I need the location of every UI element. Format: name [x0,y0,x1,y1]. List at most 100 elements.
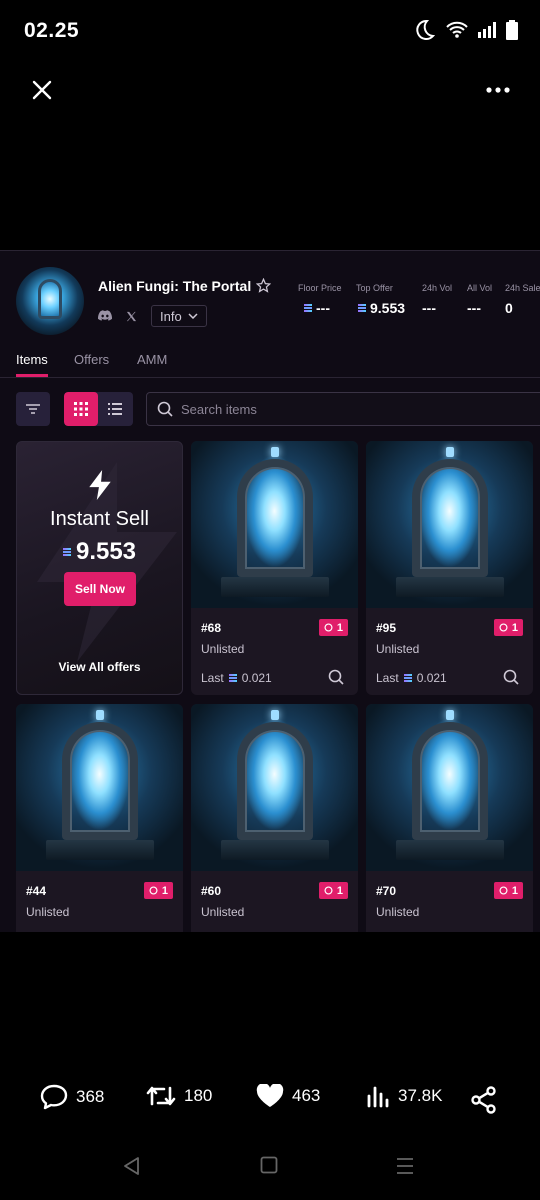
nft-last-price: Last 0.021 [201,671,272,685]
nft-status: Unlisted [201,642,245,656]
screenshot-image[interactable]: Alien Fungi: The Portal Info Floor Price… [0,250,540,932]
view-all-offers-link[interactable]: View All offers [17,660,182,674]
zoom-search-icon[interactable] [503,669,519,685]
battery-icon [506,20,518,40]
close-icon [32,80,52,100]
solana-icon [304,304,312,312]
solana-icon [62,548,71,556]
wifi-icon [446,21,468,38]
social-links: Info [98,305,207,327]
view-count: 37.8K [398,1086,443,1105]
reply-button[interactable]: 368 [40,1084,104,1110]
nft-card[interactable]: #95 1 Unlisted Last 0.021 [366,441,533,695]
lightning-bolt-icon [89,470,111,500]
offer-count-badge: 1 [318,882,348,899]
tab-amm[interactable]: AMM [137,352,167,377]
stat-value-24h-sale: 0 [505,300,513,316]
nft-status: Unlisted [376,642,420,656]
system-navigation-bar [0,1140,540,1200]
reply-bubble-icon [40,1084,68,1110]
views-button[interactable]: 37.8K [366,1084,442,1108]
tab-items[interactable]: Items [16,352,48,377]
solana-icon [403,674,412,682]
more-options-button[interactable] [482,74,514,106]
collection-header: Alien Fungi: The Portal Info Floor Price… [0,251,540,351]
nft-card[interactable]: #60 1 Unlisted [191,704,358,932]
nft-status: Unlisted [376,905,420,919]
nft-card[interactable]: #44 1 Unlisted [16,704,183,932]
nft-image [366,704,533,871]
filter-button[interactable] [16,392,50,426]
nft-image [16,704,183,871]
stat-label-top-offer: Top Offer [356,283,393,293]
nft-image [366,441,533,608]
home-square-icon[interactable] [260,1156,278,1174]
recents-menu-icon[interactable] [395,1156,415,1176]
offer-icon [499,623,508,632]
chevron-down-icon [188,313,198,319]
filter-icon [26,404,40,414]
favorite-star-icon[interactable] [256,278,271,293]
instant-sell-title: Instant Sell [50,508,149,530]
nft-id: #68 [201,621,222,635]
close-button[interactable] [26,74,58,106]
offer-count-badge: 1 [318,619,348,636]
offer-icon [499,886,508,895]
grid-view-button[interactable] [64,392,98,426]
list-view-button[interactable] [98,392,132,426]
views-chart-icon [367,1086,389,1108]
collection-tabs: Items Offers AMM [0,351,540,378]
offer-icon [324,623,333,632]
nft-id: #95 [376,621,397,635]
nft-image [191,704,358,871]
info-dropdown[interactable]: Info [151,305,207,327]
tab-offers[interactable]: Offers [74,352,109,377]
like-button[interactable]: 463 [256,1084,320,1108]
stat-label-all-vol: All Vol [467,283,493,293]
items-toolbar [0,391,540,429]
x-twitter-icon[interactable] [126,311,137,322]
engagement-bar: 368 180 463 37.8K [0,1080,540,1120]
do-not-disturb-moon-icon [416,19,436,40]
solana-icon [358,304,366,312]
back-triangle-icon[interactable] [122,1156,142,1176]
offer-count-badge: 1 [493,619,523,636]
sell-now-button[interactable]: Sell Now [64,572,136,606]
status-time: 02.25 [24,19,80,42]
repost-count: 180 [184,1086,213,1105]
collection-avatar [16,267,84,335]
status-icons [412,18,518,42]
instant-sell-price: 9.553 [17,538,182,566]
repost-button[interactable]: 180 [146,1084,212,1108]
nft-last-price: Last 0.021 [376,671,447,685]
nft-status: Unlisted [201,905,245,919]
grid-icon [74,402,88,416]
info-dropdown-label: Info [160,308,182,324]
discord-icon[interactable] [98,310,112,322]
search-input[interactable] [181,401,481,417]
more-dots-icon [486,87,510,93]
offer-icon [149,886,158,895]
offer-count-badge: 1 [143,882,173,899]
search-icon [157,401,173,417]
signal-icon [478,22,496,38]
stat-value-top-offer: 9.553 [358,300,405,316]
offer-count-badge: 1 [493,882,523,899]
reply-count: 368 [76,1087,105,1106]
offer-icon [324,886,333,895]
zoom-search-icon[interactable] [328,669,344,685]
status-bar: 02.25 [0,0,540,60]
stat-value-floor-price: --- [304,300,330,316]
share-icon[interactable] [470,1086,498,1114]
stat-label-floor-price: Floor Price [298,283,342,293]
collection-name: Alien Fungi: The Portal [98,278,252,294]
list-icon [108,403,122,415]
nft-card[interactable]: #68 1 Unlisted Last 0.021 [191,441,358,695]
nft-id: #70 [376,884,397,898]
nft-id: #44 [26,884,47,898]
nft-card[interactable]: #70 1 Unlisted [366,704,533,932]
nft-status: Unlisted [26,905,70,919]
repost-icon [146,1086,176,1106]
heart-icon [256,1084,284,1107]
stat-label-24h-vol: 24h Vol [422,283,453,293]
